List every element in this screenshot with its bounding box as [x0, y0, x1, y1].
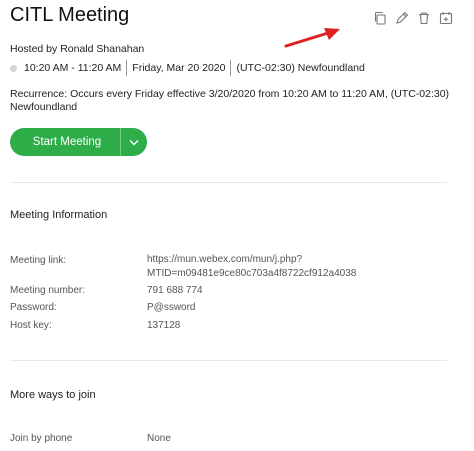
- page-title: CITL Meeting: [10, 4, 130, 26]
- meeting-number-label: Meeting number:: [10, 285, 86, 296]
- host-key-value: 137128: [147, 320, 181, 331]
- section-divider: [10, 182, 447, 183]
- meeting-schedule: 10:20 AM - 11:20 AM Friday, Mar 20 2020 …: [10, 60, 365, 76]
- section-divider: [10, 360, 447, 361]
- chevron-down-icon: [129, 139, 139, 145]
- add-to-calendar-icon: [439, 12, 453, 25]
- delete-icon: [419, 12, 429, 25]
- host-key-label: Host key:: [10, 320, 52, 331]
- meeting-link-line: https://mun.webex.com/mun/j.php?: [147, 254, 303, 265]
- meeting-information-heading: Meeting Information: [10, 209, 108, 221]
- meeting-number-value: 791 688 774: [147, 285, 203, 296]
- divider: [126, 60, 128, 76]
- add-to-calendar-button[interactable]: [435, 9, 457, 27]
- copy-button[interactable]: [369, 9, 391, 27]
- start-meeting-label: Start Meeting: [32, 136, 102, 148]
- meeting-recurrence: Recurrence: Occurs every Friday effectiv…: [10, 88, 450, 113]
- delete-button[interactable]: [413, 9, 435, 27]
- meeting-host: Hosted by Ronald Shanahan: [10, 43, 145, 55]
- join-by-phone-value: None: [147, 433, 171, 444]
- edit-icon: [396, 11, 409, 24]
- more-ways-heading: More ways to join: [10, 389, 96, 401]
- meeting-time: 10:20 AM - 11:20 AM: [24, 62, 122, 74]
- meeting-link-label: Meeting link:: [10, 255, 67, 266]
- copy-icon: [374, 11, 386, 25]
- join-by-phone-label: Join by phone: [10, 433, 73, 444]
- password-value: P@ssword: [147, 302, 196, 313]
- start-meeting-options-button[interactable]: [121, 139, 147, 146]
- meeting-link-value[interactable]: https://mun.webex.com/mun/j.php? MTID=m0…: [147, 253, 356, 281]
- start-meeting-button[interactable]: Start Meeting: [10, 128, 147, 156]
- annotation-arrow-icon: [284, 28, 340, 48]
- edit-button[interactable]: [391, 9, 413, 27]
- meeting-link-line: MTID=m09481e9ce80c703a4f8722cf912a4038: [147, 268, 357, 279]
- meeting-date: Friday, Mar 20 2020: [132, 62, 226, 74]
- meeting-timezone: (UTC-02:30) Newfoundland: [236, 62, 365, 74]
- status-dot-icon: [10, 64, 17, 72]
- divider: [230, 60, 232, 76]
- meeting-toolbar: [369, 9, 457, 27]
- password-label: Password:: [10, 302, 57, 313]
